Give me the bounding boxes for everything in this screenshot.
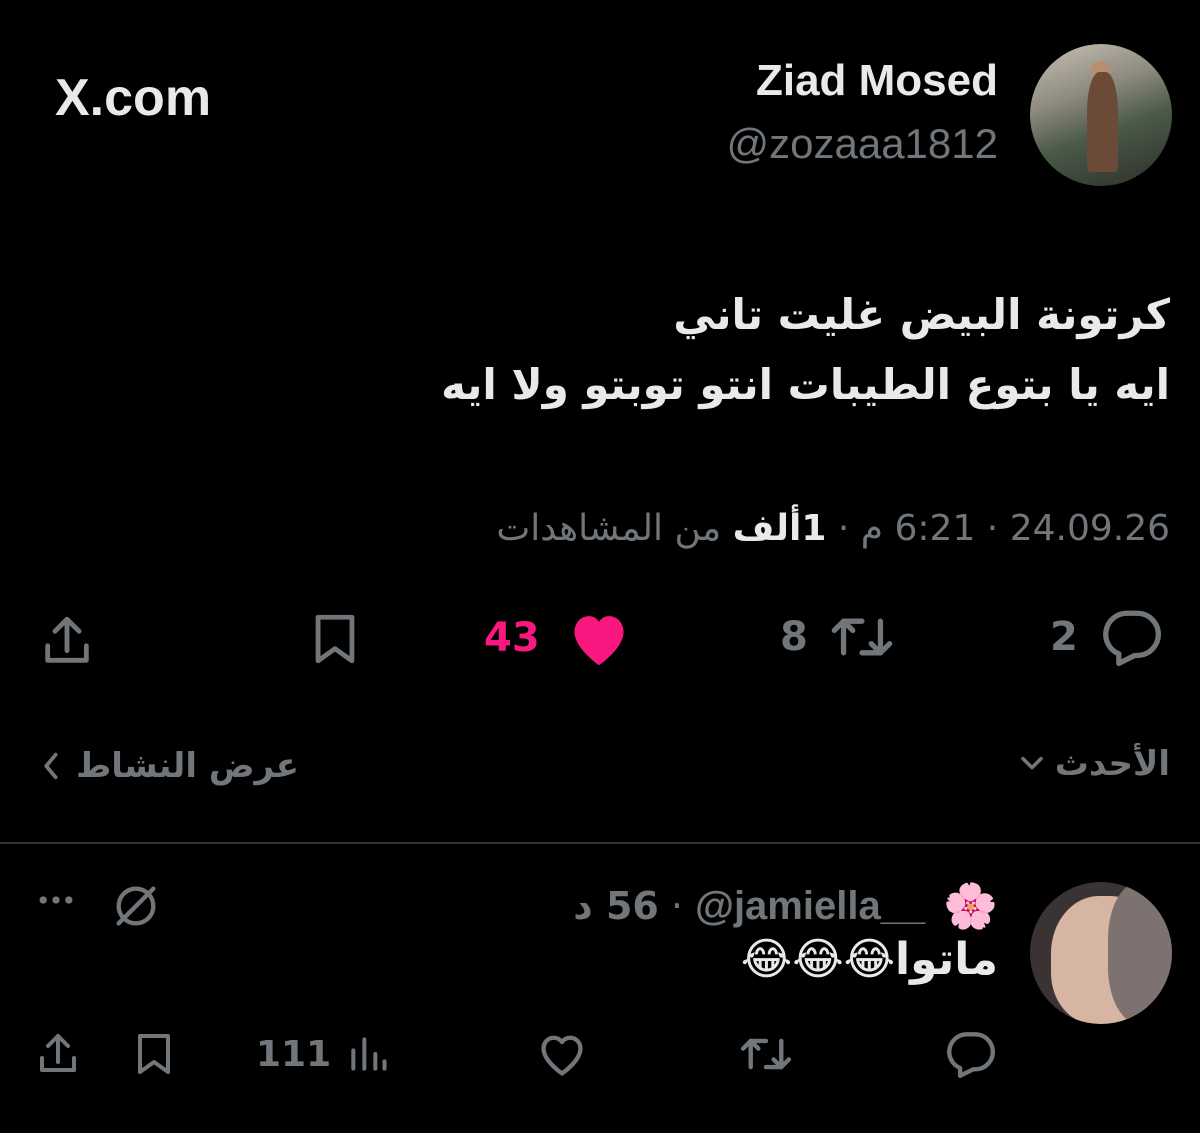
mute-conversation-button[interactable] <box>110 880 162 936</box>
reply-button[interactable]: 2 <box>1050 608 1164 666</box>
reply-handle[interactable]: @jamiella__ <box>695 884 925 929</box>
chevron-down-icon <box>1020 756 1043 770</box>
reply-header: 56 د · @jamiella__ 🌸 <box>573 881 998 932</box>
repost-icon <box>831 618 893 656</box>
reply-like-button[interactable] <box>536 1030 588 1078</box>
site-logo[interactable]: X.com <box>55 68 211 128</box>
tweet-time[interactable]: 6:21 م <box>861 508 976 549</box>
tweet-text-line-1: كرتونة البيض غليت تاني <box>673 290 1170 339</box>
comment-icon <box>1102 610 1161 666</box>
analytics-icon <box>351 1037 387 1071</box>
bookmark-button[interactable] <box>306 610 364 668</box>
share-button[interactable] <box>38 612 96 670</box>
user-handle[interactable]: @zozaaa1812 <box>726 120 998 168</box>
views-count: 1ألف <box>732 508 827 549</box>
more-dots-icon <box>39 896 73 904</box>
views-label: من المشاهدات <box>496 508 722 549</box>
reply-time[interactable]: 56 د <box>573 884 659 928</box>
heart-filled-icon <box>574 616 624 666</box>
activity-link[interactable]: عرض النشاط <box>40 746 299 786</box>
share-icon <box>45 616 89 663</box>
tweet-text: كرتونة البيض غليت تاني ايه يا بتوع الطيب… <box>70 280 1170 420</box>
chevron-left-icon <box>44 752 58 780</box>
activity-label: عرض النشاط <box>76 746 299 786</box>
tweet-date[interactable]: 24.09.26 <box>1010 508 1170 549</box>
heart-icon <box>541 1035 583 1076</box>
divider <box>0 842 1200 844</box>
bookmark-icon <box>138 1034 170 1074</box>
reply-count: 2 <box>1050 614 1078 660</box>
reply-comment-button[interactable] <box>944 1030 998 1078</box>
like-button[interactable]: 43 <box>484 608 632 668</box>
tweet-text-line-2: ايه يا بتوع الطيبات انتو توبتو ولا ايه <box>441 360 1170 409</box>
reply-bookmark-button[interactable] <box>130 1030 178 1078</box>
reply-share-button[interactable] <box>34 1030 82 1078</box>
comment-icon <box>947 1032 995 1078</box>
share-icon <box>40 1034 76 1072</box>
slashed-circle-icon <box>116 886 156 926</box>
author-avatar[interactable] <box>1030 44 1172 186</box>
bookmark-icon <box>315 614 355 664</box>
reply-avatar[interactable] <box>1030 882 1172 1024</box>
like-count: 43 <box>484 615 540 661</box>
tweet-meta: 24.09.26 · 6:21 م · 1ألف من المشاهدات <box>496 508 1170 549</box>
reply-repost-button[interactable] <box>738 1030 794 1078</box>
sort-label: الأحدث <box>1054 744 1170 784</box>
repost-count: 8 <box>780 614 808 660</box>
sort-dropdown[interactable]: الأحدث <box>1019 744 1170 784</box>
reply-views-count: 111 <box>256 1033 332 1075</box>
reply-text: ماتوا😂😂😂 <box>740 934 998 985</box>
reply-views-button[interactable]: 111 <box>256 1032 391 1076</box>
repost-button[interactable]: 8 <box>780 608 894 666</box>
repost-icon <box>740 1038 792 1070</box>
display-name[interactable]: Ziad Mosed <box>756 56 998 106</box>
cherry-blossom-emoji: 🌸 <box>943 881 998 932</box>
more-options-button[interactable] <box>34 878 78 926</box>
